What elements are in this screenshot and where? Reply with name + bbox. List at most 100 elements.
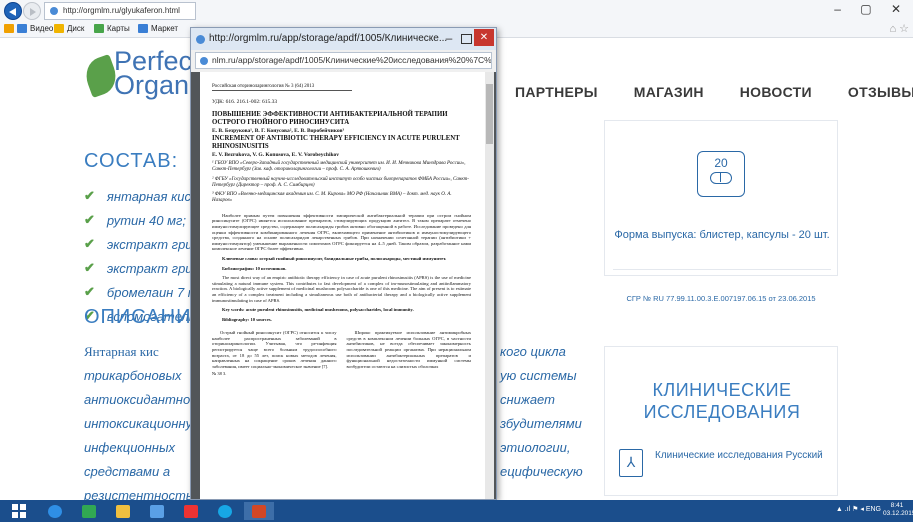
- abstract-en: The most direct way of an empiric antibi…: [212, 275, 471, 303]
- taskbar-yandex[interactable]: [176, 502, 206, 520]
- window-controls[interactable]: – ▢ ✕: [834, 2, 909, 16]
- journal-header: Российская оториноларингология № 3 (64) …: [212, 84, 352, 91]
- system-tray[interactable]: ▲ .ıl ⚑ ◂ ENG: [836, 505, 881, 513]
- list-item-text: бромелаин 7 м: [106, 284, 197, 300]
- home-favorites-icons[interactable]: ⌂ ☆: [889, 22, 909, 35]
- yandex-icon: [184, 504, 198, 518]
- description-text: ую системы: [500, 368, 577, 383]
- star-icon: [4, 24, 14, 33]
- nav-news[interactable]: НОВОСТИ: [740, 84, 812, 100]
- address-bar[interactable]: http://orgmlm.ru/glyukaferon.html: [44, 2, 196, 20]
- nav-reviews[interactable]: ОТЗЫВЫ: [848, 84, 913, 100]
- globe-icon: [200, 57, 208, 65]
- popup-url-bar[interactable]: nlm.ru/app/storage/apdf/1005/Клинические…: [195, 52, 492, 69]
- main-nav: ПАРТНЕРЫ МАГАЗИН НОВОСТИ ОТЗЫВЫ: [515, 84, 913, 100]
- taskbar-powerpoint[interactable]: [244, 502, 274, 520]
- taskbar-ie[interactable]: [40, 502, 70, 520]
- description-text: антиоксидантно: [84, 392, 191, 407]
- video-icon: [17, 24, 27, 33]
- skype-icon: [218, 504, 232, 518]
- pdf-page: Российская оториноларингология № 3 (64) …: [200, 72, 485, 499]
- disk-icon: [54, 24, 64, 33]
- popup-title-text: http://orgmlm.ru/app/storage/apdf/1005/К…: [209, 33, 448, 44]
- favorite-label: Видео: [30, 24, 54, 33]
- favorite-video[interactable]: Видео: [4, 24, 53, 33]
- authors-en: E. V. Bezrukova, V. G. Konusova, E. V. V…: [212, 152, 340, 158]
- article-title-ru: ПОВЫШЕНИЕ ЭФФЕКТИВНОСТИ АНТИБАКТЕРИАЛЬНО…: [212, 111, 448, 126]
- taskbar-explorer[interactable]: [108, 502, 138, 520]
- taskbar-mail[interactable]: [142, 502, 172, 520]
- description-text: трикарбоновых: [84, 368, 182, 383]
- check-icon: ✔: [84, 188, 95, 203]
- release-form-panel: 20 Форма выпуска: блистер, капсулы - 20 …: [604, 120, 838, 276]
- popup-url-text: nlm.ru/app/storage/apdf/1005/Клинические…: [212, 55, 492, 65]
- description-text: збудителями: [500, 416, 582, 431]
- description-text: снижает: [500, 392, 555, 407]
- udk-code: УДК: 616. 216.1-002: 615.33: [212, 99, 278, 105]
- maximize-button[interactable]: [461, 34, 472, 44]
- pdf-viewer[interactable]: Российская оториноларингология № 3 (64) …: [191, 72, 496, 499]
- list-item: ✔ янтарная кисл: [84, 184, 207, 208]
- description-title: ОПИСАНИЕ: [84, 306, 206, 328]
- nav-shop[interactable]: МАГАЗИН: [634, 84, 704, 100]
- favorite-label: Диск: [67, 24, 85, 33]
- description-text: интоксикационну: [84, 416, 193, 431]
- taskbar-skype[interactable]: [210, 502, 240, 520]
- maps-icon: [94, 24, 104, 33]
- affiliation-1: ¹ ГБОУ ВПО «Северо-Западный государствен…: [212, 161, 466, 173]
- description-text: резистентность: [84, 488, 193, 500]
- forward-button[interactable]: [23, 2, 41, 20]
- description-text: инфекционных: [84, 440, 176, 455]
- list-item: ✔ рутин 40 мг;: [84, 208, 207, 232]
- nav-partners[interactable]: ПАРТНЕРЫ: [515, 84, 598, 100]
- favorite-label: Маркет: [151, 24, 179, 33]
- market-icon: [138, 24, 148, 33]
- favorite-label: Карты: [107, 24, 130, 33]
- scroll-thumb[interactable]: [486, 84, 493, 144]
- list-item: ✔ экстракт грибо: [84, 232, 207, 256]
- keywords-ru: Ключевые слова: острый гнойный риносинус…: [222, 255, 447, 261]
- folder-icon: [116, 504, 130, 518]
- clock-time: 8:41: [890, 502, 904, 509]
- start-button[interactable]: [4, 502, 34, 520]
- clinical-studies-panel: КЛИНИЧЕСКИЕ ИССЛЕДОВАНИЯ ⅄ Клинические и…: [604, 346, 838, 496]
- globe-icon: [196, 35, 205, 44]
- favorite-maps[interactable]: Карты: [94, 24, 130, 33]
- authors-ru: Е. В. Безрукова¹, В. Г. Конусова², Е. В.…: [212, 128, 345, 134]
- column-left: Острый гнойный риносинусит (ОГРС) относи…: [212, 330, 337, 369]
- favorite-disk[interactable]: Диск: [54, 24, 84, 33]
- pill-count: 20: [714, 156, 728, 170]
- clock-date: 03.12.2015: [883, 510, 913, 517]
- check-icon: ✔: [84, 284, 95, 299]
- bibliography-ru: Библиография: 10 источников.: [222, 265, 287, 271]
- store-icon: [82, 504, 96, 518]
- description-text: ецифическую: [500, 464, 583, 479]
- description-text: средствами а: [84, 464, 171, 479]
- ie-icon: [48, 504, 62, 518]
- list-item-text: янтарная кисл: [106, 188, 199, 204]
- minimize-button[interactable]: –: [442, 29, 456, 47]
- release-form-text: Форма выпуска: блистер, капсулы - 20 шт.: [614, 229, 830, 241]
- keywords-en: Key words: acute purulent rhinosinusitis…: [222, 307, 414, 313]
- taskbar-store[interactable]: [74, 502, 104, 520]
- affiliation-2: ² ФГБУ «Государственный научно-исследова…: [212, 176, 469, 188]
- pdf-scrollbar[interactable]: [485, 72, 494, 499]
- clock[interactable]: 8:41 03.12.2015: [883, 502, 913, 518]
- description-text: кого цикла: [500, 344, 566, 359]
- favorite-market[interactable]: Маркет: [138, 24, 178, 33]
- divider: [613, 269, 831, 270]
- article-title-en: INCREMENT OF ANTIBIOTIC THERAPY EFFICIEN…: [212, 135, 460, 150]
- check-icon: ✔: [84, 236, 95, 251]
- studies-title: КЛИНИЧЕСКИЕ ИССЛЕДОВАНИЯ: [643, 380, 801, 422]
- description-text: Янтарная кис: [84, 344, 159, 359]
- globe-icon: [50, 7, 58, 15]
- close-button[interactable]: ✕: [474, 29, 494, 46]
- description-text: этиологии,: [500, 440, 571, 455]
- list-item-text: рутин 40 мг;: [106, 212, 187, 228]
- logo[interactable]: Perfect Organic: [80, 44, 209, 100]
- composition-title: СОСТАВ:: [84, 150, 179, 172]
- study-link[interactable]: Клинические исследования Русский: [655, 449, 823, 462]
- back-button[interactable]: [4, 2, 22, 20]
- check-icon: ✔: [84, 260, 95, 275]
- pdf-icon[interactable]: ⅄: [619, 449, 643, 477]
